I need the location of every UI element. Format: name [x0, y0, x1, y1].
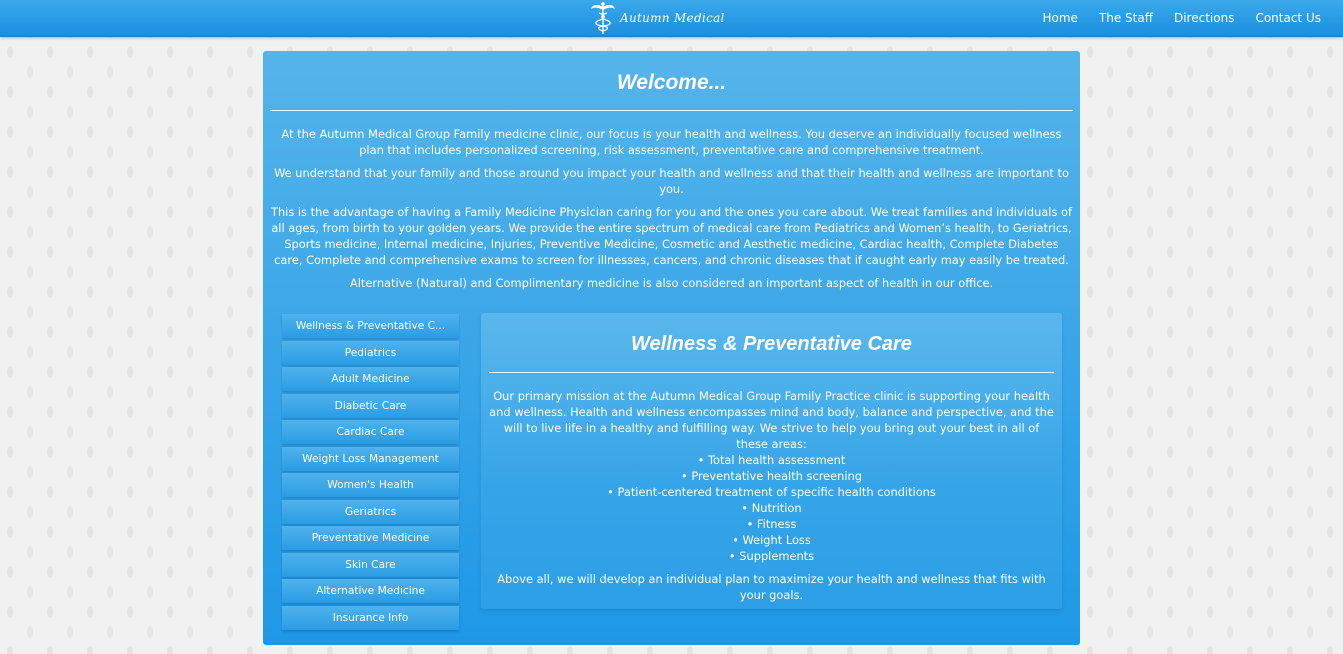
sidebar-item-cardiac-care[interactable]: Cardiac Care [282, 420, 459, 445]
sidebar-item-wellness-preventative-care[interactable]: Wellness & Preventative C... [282, 314, 459, 338]
welcome-text: At the Autumn Medical Group Family medic… [270, 126, 1073, 298]
nav-directions[interactable]: Directions [1174, 11, 1234, 25]
welcome-title: Welcome... [616, 71, 727, 94]
welcome-paragraph: We understand that your family and those… [274, 166, 1069, 196]
welcome-paragraph: This is the advantage of having a Family… [271, 205, 1072, 267]
sidebar-item-skin-care[interactable]: Skin Care [282, 552, 459, 577]
welcome-paragraph: At the Autumn Medical Group Family medic… [281, 127, 1062, 157]
sidebar-item-adult-medicine[interactable]: Adult Medicine [282, 367, 459, 392]
service-list: • Total health assessment • Preventative… [489, 452, 1054, 564]
service-detail-panel: Wellness & Preventative Care Our primary… [481, 313, 1062, 609]
sidebar-item-pediatrics[interactable]: Pediatrics [282, 340, 459, 365]
logo-text: Autumn Medical [620, 11, 725, 25]
list-item: • Patient-centered treatment of specific… [607, 485, 936, 499]
panel-title: Wellness & Preventative Care [631, 333, 912, 355]
sidebar-item-geriatrics[interactable]: Geriatrics [282, 499, 459, 524]
services-sidebar: Wellness & Preventative C... Pediatrics … [282, 314, 459, 633]
list-item: • Nutrition [741, 501, 802, 515]
panel-body: Our primary mission at the Autumn Medica… [489, 388, 1054, 603]
nav-home[interactable]: Home [1042, 11, 1077, 25]
logo[interactable]: Autumn Medical [590, 1, 725, 35]
sidebar-item-womens-health[interactable]: Women's Health [282, 473, 459, 498]
list-item: • Fitness [746, 517, 797, 531]
top-navbar: Autumn Medical Home The Staff Directions… [0, 0, 1343, 37]
sidebar-item-alternative-medicine[interactable]: Alternative Medicine [282, 579, 459, 604]
nav-contact-us[interactable]: Contact Us [1255, 11, 1321, 25]
divider [270, 110, 1073, 111]
panel-closing: Above all, we will develop an individual… [497, 572, 1046, 602]
caduceus-icon [590, 1, 616, 35]
list-item: • Weight Loss [732, 533, 811, 547]
list-item: • Preventative health screening [680, 469, 863, 483]
welcome-paragraph: Alternative (Natural) and Complimentary … [349, 276, 994, 290]
list-item: • Total health assessment [697, 453, 846, 467]
list-item: • Supplements [728, 549, 815, 563]
sidebar-item-preventative-medicine[interactable]: Preventative Medicine [282, 526, 459, 551]
sidebar-item-insurance-info[interactable]: Insurance Info [282, 606, 459, 631]
nav-the-staff[interactable]: The Staff [1099, 11, 1153, 25]
divider [489, 372, 1054, 373]
sidebar-item-weight-loss-management[interactable]: Weight Loss Management [282, 446, 459, 471]
sidebar-item-diabetic-care[interactable]: Diabetic Care [282, 393, 459, 418]
main-nav: Home The Staff Directions Contact Us [1021, 0, 1321, 36]
panel-intro: Our primary mission at the Autumn Medica… [489, 389, 1054, 451]
